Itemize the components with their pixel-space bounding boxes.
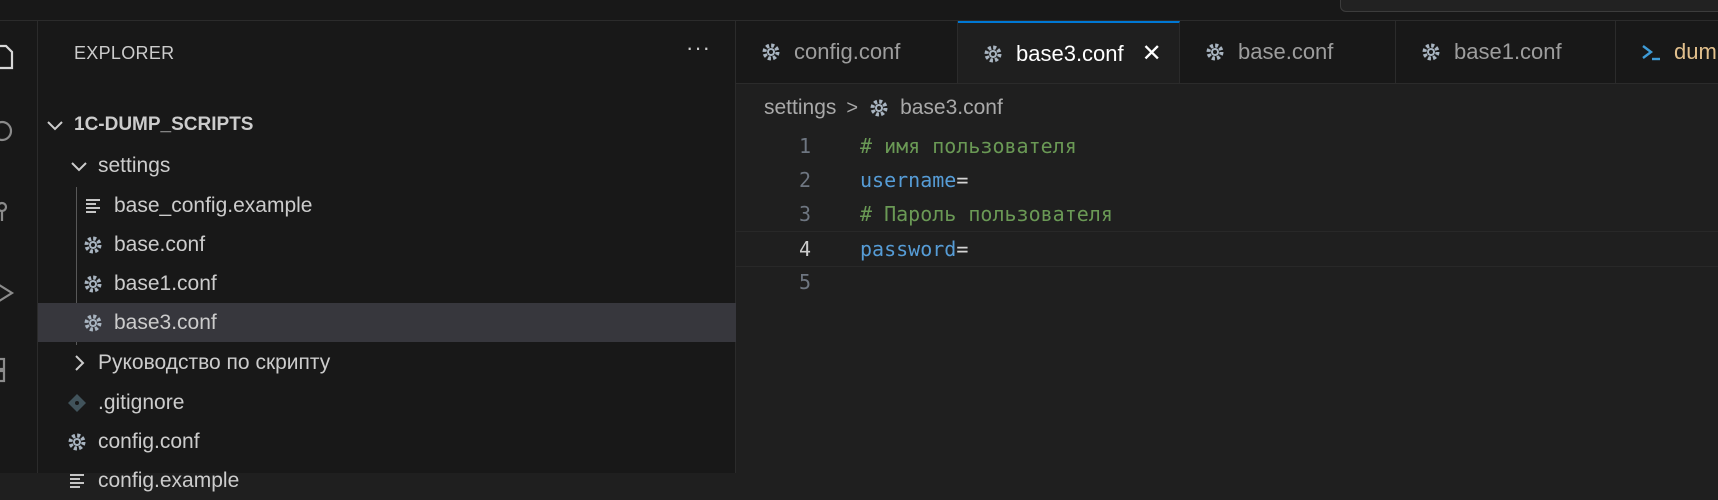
code-comment: # имя пользователя — [860, 134, 1077, 158]
chevron-down-icon — [68, 155, 90, 177]
text-file-icon — [82, 195, 104, 217]
tab-label: config.conf — [794, 39, 901, 64]
chevron-down-icon — [44, 114, 66, 136]
extensions-icon[interactable] — [0, 355, 18, 383]
gear-icon — [982, 43, 1004, 65]
breadcrumb-folder[interactable]: settings — [764, 96, 836, 120]
tree-item-label: base_config.example — [114, 193, 313, 217]
tree-item-label: base3.conf — [114, 310, 217, 334]
tab-base3-conf[interactable]: base3.conf ✕ — [958, 21, 1180, 83]
breadcrumb-file[interactable]: base3.conf — [900, 96, 1003, 120]
tree-file-base1-conf[interactable]: base1.conf — [38, 264, 779, 303]
more-actions-button[interactable]: ··· — [686, 35, 711, 61]
tree-file-gitignore[interactable]: .gitignore — [38, 383, 763, 422]
line-number: 1 — [798, 134, 811, 158]
title-bar — [0, 0, 1718, 21]
code-key: password — [860, 237, 957, 261]
gear-icon — [82, 234, 104, 256]
activity-bar — [0, 21, 38, 473]
git-icon — [66, 392, 88, 414]
gear-icon — [66, 431, 88, 453]
tab-label: base.conf — [1238, 39, 1334, 64]
source-control-icon[interactable] — [0, 197, 18, 225]
tree-item-label: settings — [98, 153, 171, 177]
code-operator: = — [956, 168, 969, 192]
tree-file-config-example[interactable]: config.example — [38, 461, 763, 500]
explorer-title: EXPLORER — [74, 43, 175, 63]
code-operator: = — [956, 237, 969, 261]
tab-base-conf[interactable]: base.conf — [1180, 21, 1396, 83]
editor-area: config.conf base3.conf ✕ base.conf base1… — [736, 21, 1718, 473]
code-line: 1 # имя пользователя — [736, 129, 1718, 163]
run-debug-icon[interactable] — [0, 279, 18, 307]
gear-icon — [760, 41, 782, 63]
line-number: 3 — [798, 202, 811, 226]
tree-item-label: .gitignore — [98, 390, 185, 414]
tab-config-conf[interactable]: config.conf — [736, 21, 958, 83]
explorer-sidebar: EXPLORER ··· 1C-DUMP_SCRIPTS settings ba… — [38, 21, 779, 492]
tree-item-label: base1.conf — [114, 271, 217, 295]
command-center-search[interactable] — [1340, 0, 1718, 12]
tree-root-folder[interactable]: 1C-DUMP_SCRIPTS — [38, 105, 741, 144]
code-line: 2 username= — [736, 163, 1718, 197]
line-number: 5 — [798, 270, 811, 294]
tab-base1-conf[interactable]: base1.conf — [1396, 21, 1616, 83]
chevron-right-icon — [68, 352, 90, 374]
code-line: 5 — [736, 265, 1718, 299]
root-folder-label: 1C-DUMP_SCRIPTS — [74, 113, 254, 135]
gear-icon — [82, 312, 104, 334]
tree-folder-settings[interactable]: settings — [38, 146, 765, 185]
tab-label: base1.conf — [1454, 39, 1562, 64]
powershell-icon — [1640, 41, 1662, 63]
tree-file-base-conf[interactable]: base.conf — [38, 225, 779, 264]
tab-dump-script[interactable]: dum — [1616, 21, 1718, 83]
code-comment: # Пароль пользователя — [860, 202, 1113, 226]
tree-item-label: Руководство по скрипту — [98, 350, 331, 374]
tree-file-base-config-example[interactable]: base_config.example — [38, 186, 779, 225]
tree-file-base3-conf[interactable]: base3.conf — [38, 303, 779, 342]
close-icon[interactable]: ✕ — [1142, 39, 1162, 68]
code-line: 3 # Пароль пользователя — [736, 197, 1718, 231]
chevron-right-icon: > — [846, 96, 859, 119]
code-key: username — [860, 168, 957, 192]
tree-item-label: config.conf — [98, 429, 200, 453]
tree-file-config-conf[interactable]: config.conf — [38, 422, 763, 461]
tab-label: dum — [1674, 39, 1717, 64]
gear-icon — [1420, 41, 1442, 63]
code-line-current: 4 password= — [736, 231, 1718, 267]
tab-label: base3.conf — [1016, 40, 1124, 66]
gear-icon — [868, 97, 890, 119]
search-icon[interactable] — [0, 119, 18, 147]
tree-folder-guide[interactable]: Руководство по скрипту — [38, 343, 765, 382]
line-number: 2 — [798, 168, 811, 192]
tree-item-label: base.conf — [114, 232, 206, 256]
editor-tabs: config.conf base3.conf ✕ base.conf base1… — [736, 21, 1718, 84]
gear-icon — [82, 273, 104, 295]
breadcrumb: settings > base3.conf — [764, 93, 1003, 123]
gear-icon — [1204, 41, 1226, 63]
line-number: 4 — [798, 237, 811, 261]
tree-item-label: config.example — [98, 468, 240, 492]
explorer-icon[interactable] — [0, 43, 18, 71]
